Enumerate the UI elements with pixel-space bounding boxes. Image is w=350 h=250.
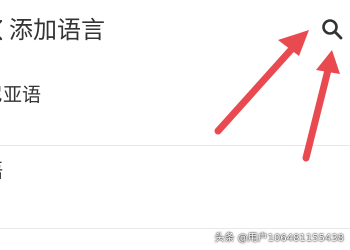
page-title: 添加语言 <box>9 16 105 44</box>
add-language-screen: 添加语言 尼亚语 语 头条 @用户10648115543​8 <box>0 0 350 250</box>
list-divider <box>0 145 350 146</box>
list-divider <box>0 228 350 229</box>
app-bar: 添加语言 <box>0 0 350 60</box>
back-button[interactable] <box>0 12 8 48</box>
search-icon <box>322 19 343 40</box>
language-list-item[interactable]: 尼亚语 <box>0 72 350 140</box>
language-label: 语 <box>0 158 3 184</box>
watermark-text: 头条 @用户10648115543​8 <box>214 233 344 244</box>
search-button[interactable] <box>317 14 347 44</box>
language-label: 尼亚语 <box>0 84 42 106</box>
language-list-item[interactable]: 语 <box>0 148 350 216</box>
back-arrow-icon <box>0 19 3 41</box>
